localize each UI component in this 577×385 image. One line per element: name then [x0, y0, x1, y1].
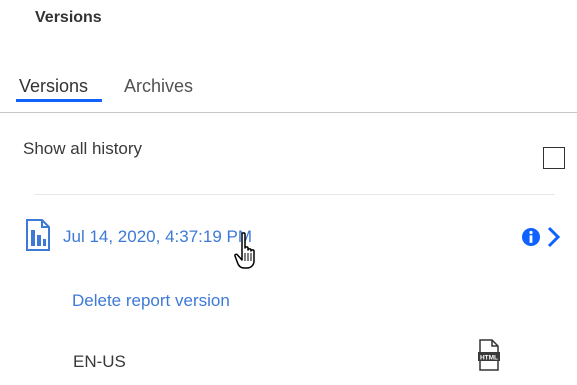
html-icon-text: HTML	[480, 354, 498, 361]
tab-versions[interactable]: Versions	[19, 76, 88, 97]
html-file-icon[interactable]: HTML	[477, 339, 501, 371]
version-timestamp-link[interactable]: Jul 14, 2020, 4:37:19 PM	[63, 227, 252, 247]
chevron-right-icon[interactable]	[546, 226, 562, 248]
locale-label: EN-US	[73, 352, 126, 371]
delete-report-version-link[interactable]: Delete report version	[72, 291, 230, 311]
info-icon[interactable]	[521, 227, 541, 247]
section-divider	[35, 194, 555, 195]
tab-archives[interactable]: Archives	[124, 76, 193, 97]
report-icon	[26, 219, 50, 251]
hand-pointer-cursor-icon	[234, 232, 255, 269]
tabs-divider	[0, 112, 577, 113]
version-tabs: Versions Archives	[0, 74, 577, 114]
active-tab-indicator	[16, 99, 102, 102]
show-all-history-label: Show all history	[23, 139, 143, 158]
panel-title: Versions	[35, 9, 102, 26]
show-all-history-checkbox[interactable]	[543, 147, 565, 169]
